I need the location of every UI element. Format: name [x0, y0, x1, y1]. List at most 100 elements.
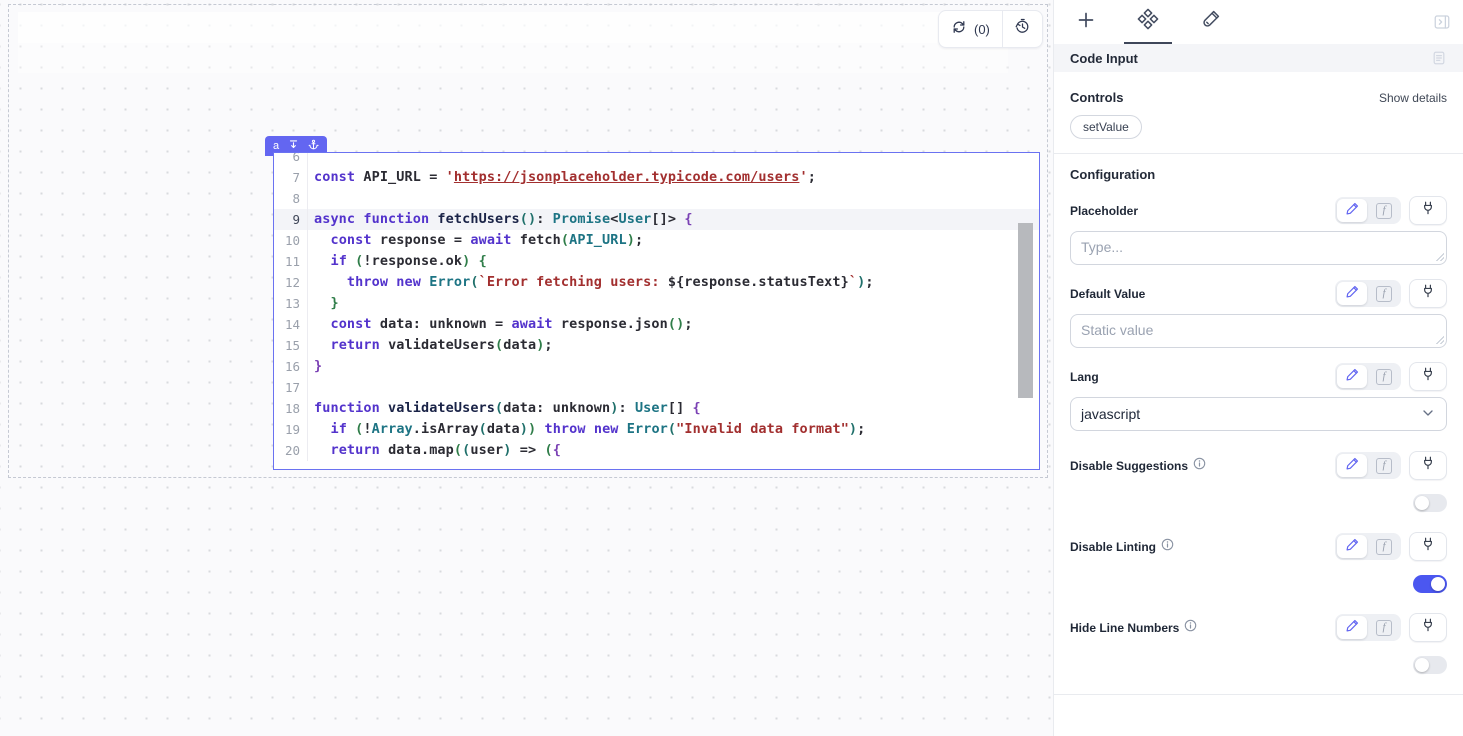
- plug-icon: [1420, 536, 1436, 557]
- function-mode-button[interactable]: f: [1369, 199, 1399, 222]
- widget-toolbar-label: a: [273, 141, 279, 152]
- plug-icon: [1420, 366, 1436, 387]
- edit-mode-button[interactable]: [1337, 199, 1367, 222]
- document-icon[interactable]: [1431, 50, 1447, 66]
- editor-canvas[interactable]: (0) a 67cons: [0, 0, 1053, 736]
- hide-line-numbers-toggle[interactable]: [1413, 656, 1447, 674]
- line-number: 12: [274, 272, 308, 293]
- edit-mode-button[interactable]: [1337, 616, 1367, 639]
- input-mode-segmented: f: [1335, 614, 1401, 641]
- show-details-link[interactable]: Show details: [1379, 91, 1447, 105]
- code-line[interactable]: 14 const data: unknown = await response.…: [274, 314, 1039, 335]
- line-number: 7: [274, 167, 308, 188]
- plug-icon: [1420, 200, 1436, 221]
- collapse-panel-button[interactable]: [1433, 0, 1451, 44]
- code-line[interactable]: 11 if (!response.ok) {: [274, 251, 1039, 272]
- tab-add-components[interactable]: [1062, 0, 1110, 44]
- field-disable-suggestions: Disable Suggestionsf: [1070, 451, 1447, 512]
- line-number: 6: [274, 152, 308, 167]
- edit-mode-button[interactable]: [1337, 535, 1367, 558]
- edit-mode-button[interactable]: [1337, 282, 1367, 305]
- pencil-icon: [1345, 456, 1360, 476]
- function-mode-button[interactable]: f: [1369, 365, 1399, 388]
- input-mode-segmented: f: [1335, 280, 1401, 307]
- code-text: if (!response.ok) {: [308, 251, 487, 272]
- edit-mode-button[interactable]: [1337, 454, 1367, 477]
- function-mode-button[interactable]: f: [1369, 454, 1399, 477]
- code-line[interactable]: 12 throw new Error(`Error fetching users…: [274, 272, 1039, 293]
- code-line[interactable]: 7const API_URL = 'https://jsonplaceholde…: [274, 167, 1039, 188]
- setvalue-action-chip[interactable]: setValue: [1070, 115, 1142, 139]
- bind-data-button[interactable]: [1409, 196, 1447, 225]
- bind-data-button[interactable]: [1409, 451, 1447, 480]
- line-number: 19: [274, 419, 308, 440]
- function-icon: f: [1376, 620, 1392, 636]
- inspector-panel: Code Input Controls Show details setValu…: [1053, 0, 1463, 736]
- input-mode-segmented: f: [1335, 452, 1401, 479]
- function-mode-button[interactable]: f: [1369, 282, 1399, 305]
- code-text: async function fetchUsers(): Promise<Use…: [308, 209, 693, 230]
- code-line[interactable]: 15 return validateUsers(data);: [274, 335, 1039, 356]
- code-line[interactable]: 8: [274, 188, 1039, 209]
- plug-icon: [1420, 283, 1436, 304]
- rerun-queries-button[interactable]: (0): [939, 11, 1002, 47]
- bind-data-button[interactable]: [1409, 279, 1447, 308]
- toggle-knob: [1415, 496, 1429, 510]
- line-number: 16: [274, 356, 308, 377]
- code-editor-scrollbar[interactable]: [1018, 223, 1033, 398]
- code-line[interactable]: 10 const response = await fetch(API_URL)…: [274, 230, 1039, 251]
- lang-select[interactable]: javascript: [1070, 397, 1447, 431]
- code-text: [308, 377, 314, 398]
- edit-mode-button[interactable]: [1337, 365, 1367, 388]
- code-line[interactable]: 16}: [274, 356, 1039, 377]
- configuration-title: Configuration: [1070, 167, 1447, 182]
- info-icon[interactable]: [1193, 457, 1206, 475]
- disable-suggestions-toggle[interactable]: [1413, 494, 1447, 512]
- tab-styles[interactable]: [1186, 0, 1234, 44]
- widget-section-header: Code Input: [1054, 44, 1463, 72]
- toggle-knob: [1431, 577, 1445, 591]
- code-input-widget[interactable]: 67const API_URL = 'https://jsonplacehold…: [273, 152, 1040, 470]
- code-text: [308, 188, 314, 209]
- disable-linting-toggle[interactable]: [1413, 575, 1447, 593]
- function-icon: f: [1376, 458, 1392, 474]
- resize-handle[interactable]: [1435, 335, 1444, 344]
- code-text: const data: unknown = await response.jso…: [308, 314, 693, 335]
- placeholder-input[interactable]: [1070, 231, 1447, 265]
- code-text: return data.map((user) => ({: [308, 440, 561, 461]
- plug-icon: [1420, 455, 1436, 476]
- toggle-knob: [1415, 658, 1429, 672]
- code-text: }: [308, 356, 322, 377]
- bind-data-button[interactable]: [1409, 362, 1447, 391]
- info-icon[interactable]: [1184, 619, 1197, 637]
- function-mode-button[interactable]: f: [1369, 535, 1399, 558]
- code-line[interactable]: 9async function fetchUsers(): Promise<Us…: [274, 209, 1039, 230]
- code-text: return validateUsers(data);: [308, 335, 553, 356]
- resize-handle[interactable]: [1435, 252, 1444, 261]
- line-number: 10: [274, 230, 308, 251]
- code-line[interactable]: 6: [274, 152, 1039, 167]
- line-number: 13: [274, 293, 308, 314]
- info-icon[interactable]: [1161, 538, 1174, 556]
- code-line[interactable]: 20 return data.map((user) => ({: [274, 440, 1039, 461]
- code-line[interactable]: 17: [274, 377, 1039, 398]
- function-mode-button[interactable]: f: [1369, 616, 1399, 639]
- default-value-input[interactable]: [1070, 314, 1447, 348]
- code-line[interactable]: 19 if (!Array.isArray(data)) throw new E…: [274, 419, 1039, 440]
- configuration-fields: PlaceholderfDefault ValuefLangfjavascrip…: [1070, 196, 1447, 674]
- field-lang: Langfjavascript: [1070, 362, 1447, 431]
- code-editor[interactable]: 67const API_URL = 'https://jsonplacehold…: [274, 152, 1039, 461]
- line-number: 15: [274, 335, 308, 356]
- bind-data-button[interactable]: [1409, 532, 1447, 561]
- code-text: function validateUsers(data: unknown): U…: [308, 398, 701, 419]
- bind-data-button[interactable]: [1409, 613, 1447, 642]
- code-line[interactable]: 18function validateUsers(data: unknown):…: [274, 398, 1039, 419]
- line-number: 9: [274, 209, 308, 230]
- pencil-icon: [1345, 367, 1360, 387]
- history-button[interactable]: [1002, 11, 1042, 47]
- field-label: Disable Linting: [1070, 540, 1156, 554]
- field-placeholder: Placeholderf: [1070, 196, 1447, 265]
- code-line[interactable]: 13 }: [274, 293, 1039, 314]
- tab-components[interactable]: [1124, 0, 1172, 44]
- plus-icon: [1076, 10, 1096, 35]
